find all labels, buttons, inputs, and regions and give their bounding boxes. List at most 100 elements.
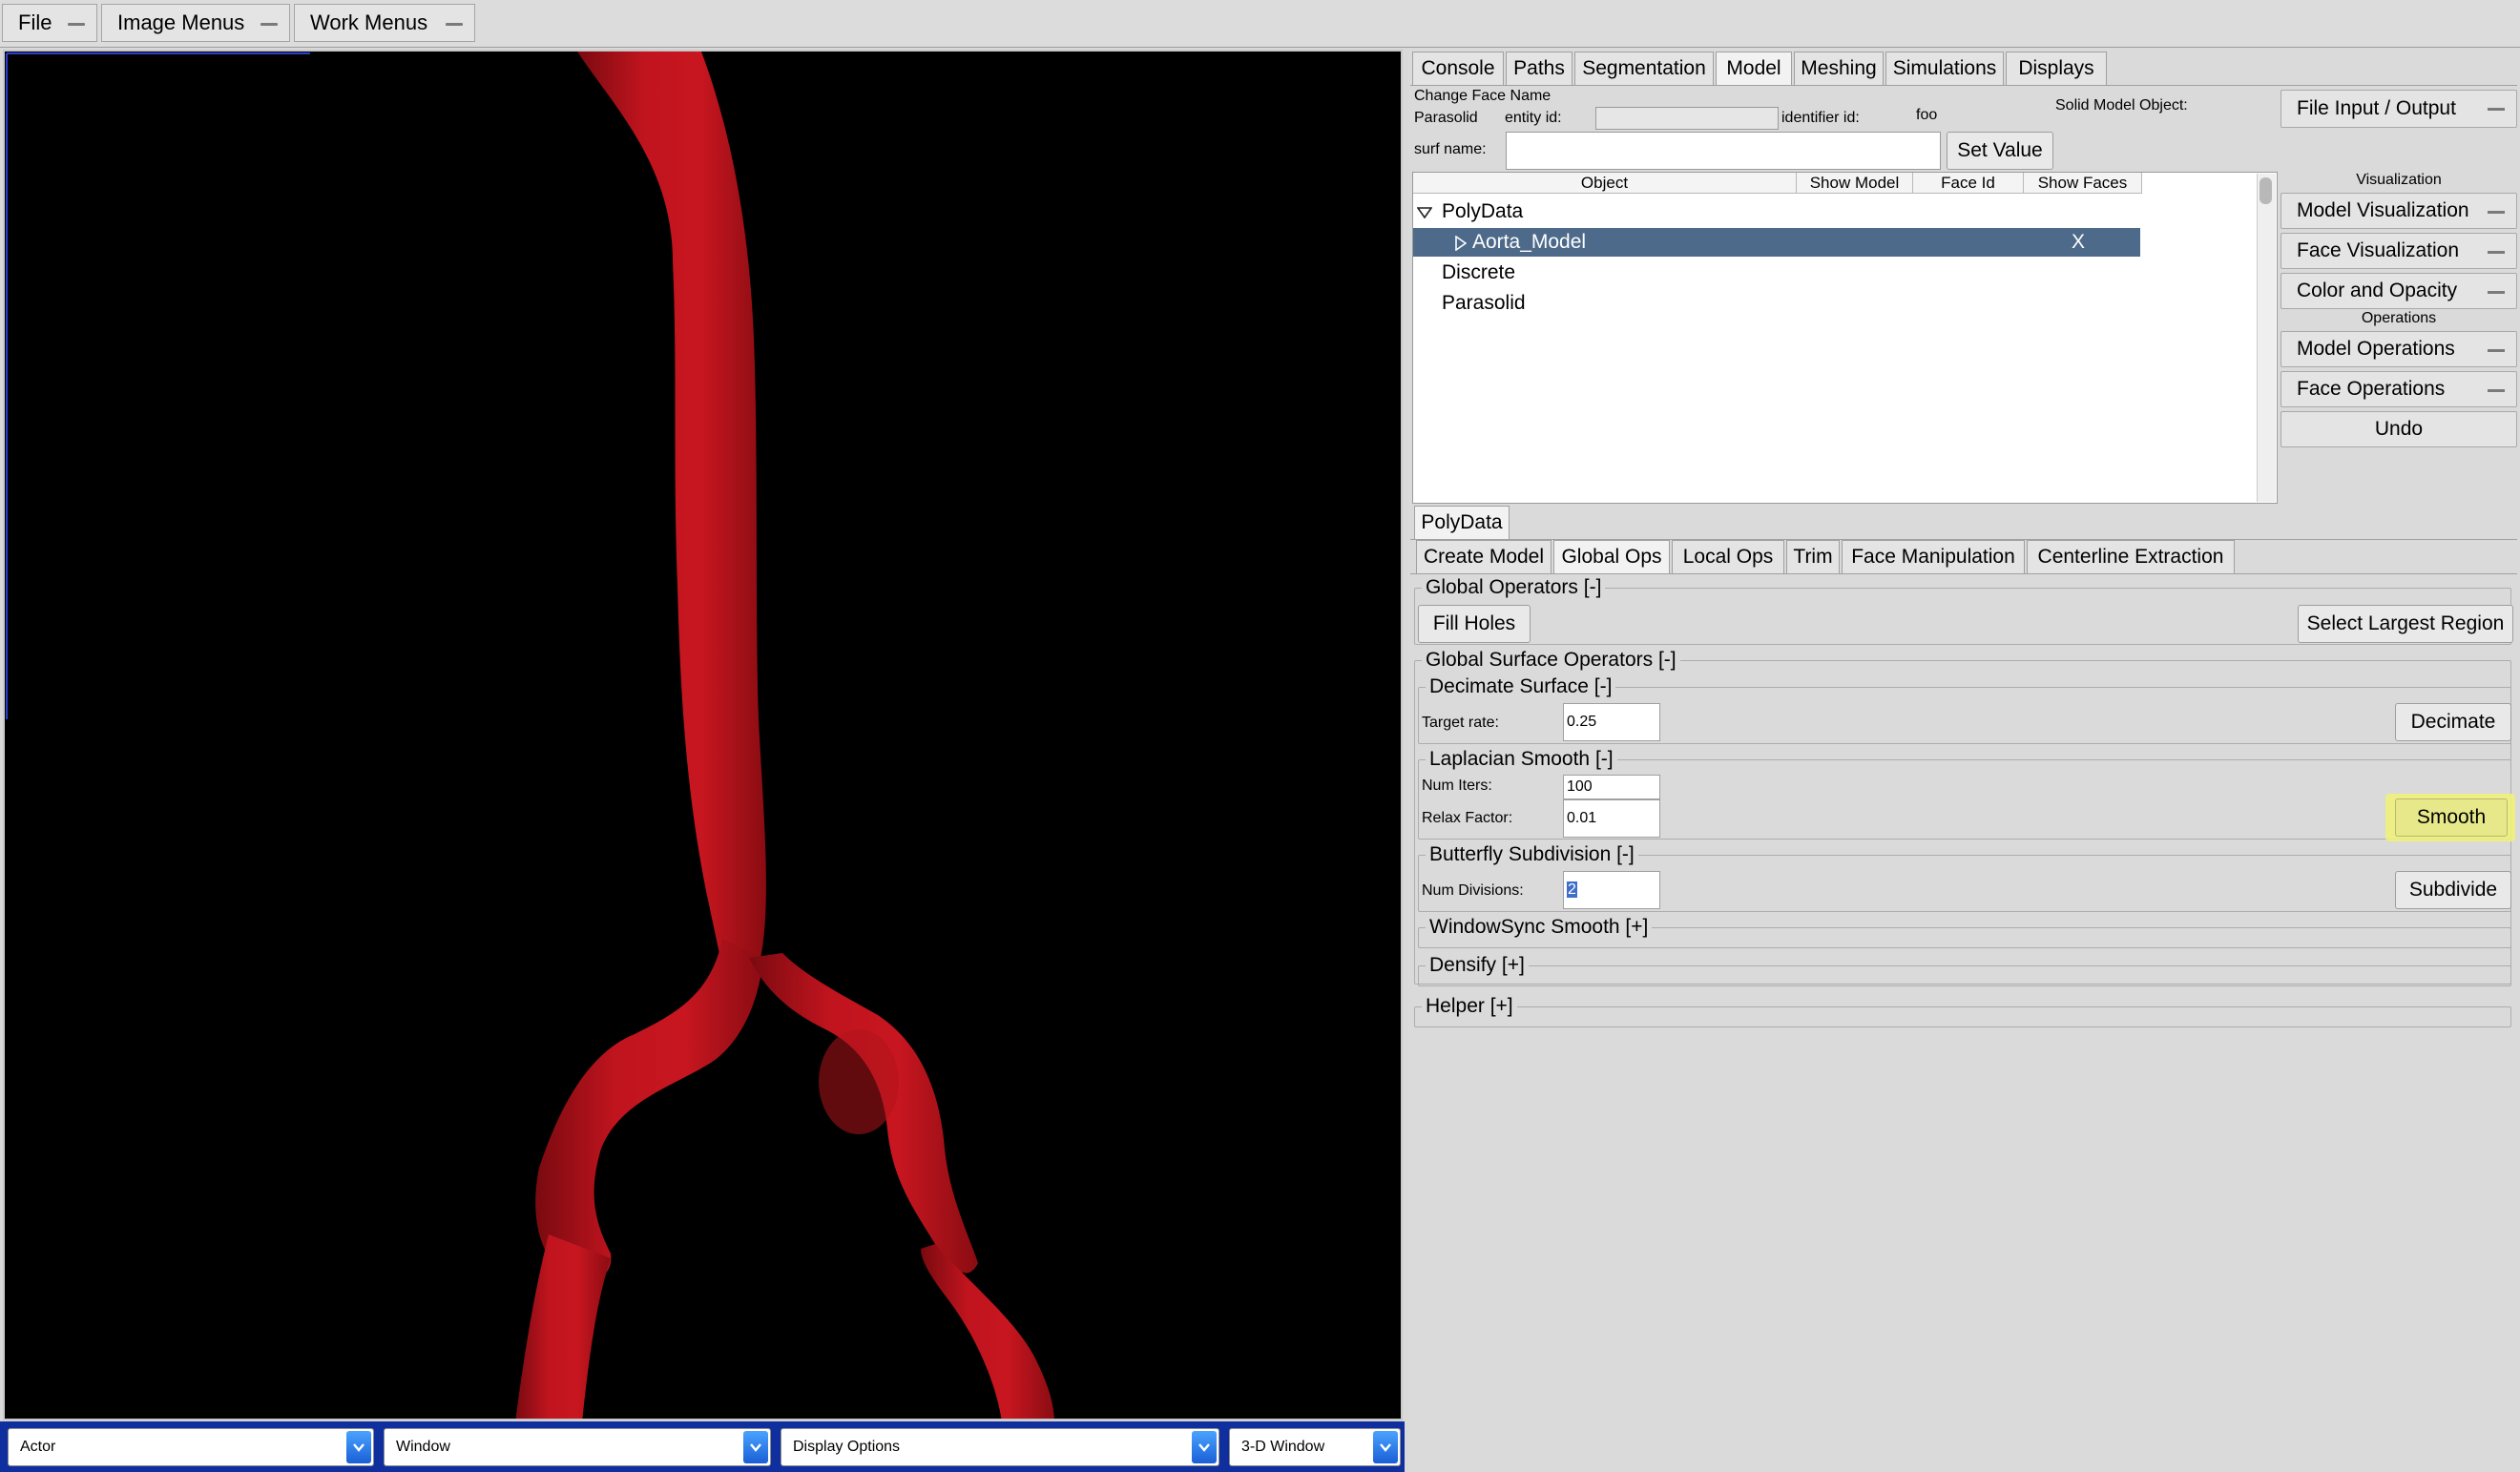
show-faces-mark[interactable]: X [2072,228,2085,257]
identifier-id-value: foo [1916,107,1938,123]
num-divisions-input[interactable]: 2 [1563,871,1660,909]
set-value-button[interactable]: Set Value [1947,132,2053,170]
column-header-face-id[interactable]: Face Id [1913,173,2024,194]
tab-meshing[interactable]: Meshing [1794,52,1884,86]
file-menu[interactable]: File [2,4,97,42]
face-visualization-label: Face Visualization [2297,239,2460,261]
num-iters-label: Num Iters: [1422,777,1492,794]
tree-item-polydata[interactable]: PolyData [1413,197,2142,226]
menu-dropdown-icon [68,23,85,26]
tab-simulations[interactable]: Simulations [1885,52,2004,86]
tab-create-model[interactable]: Create Model [1416,540,1552,574]
relax-factor-input[interactable]: 0.01 [1563,799,1660,838]
actor-select[interactable]: Actor [8,1428,374,1466]
tab-console[interactable]: Console [1412,52,1504,86]
tree-item-aorta-model[interactable]: Aorta_Model X [1413,228,2140,257]
subdivide-button[interactable]: Subdivide [2395,871,2511,909]
file-input-output-label: File Input / Output [2297,97,2456,119]
helper-title[interactable]: Helper [+] [1422,995,1517,1018]
tab-polydata[interactable]: PolyData [1414,506,1510,540]
window-select-label: Window [396,1439,450,1455]
undo-button[interactable]: Undo [2280,411,2517,447]
surf-name-label: surf name: [1414,141,1487,157]
model-operations-label: Model Operations [2297,338,2455,360]
tab-model[interactable]: Model [1716,52,1792,86]
actor-select-label: Actor [20,1439,56,1455]
work-menus-label: Work Menus [310,10,428,34]
densify-group [1418,965,2511,986]
menu-dropdown-icon [2488,211,2505,214]
color-and-opacity-menu[interactable]: Color and Opacity [2280,273,2517,309]
tree-item-discrete[interactable]: Discrete [1442,259,1515,287]
tab-paths[interactable]: Paths [1506,52,1572,86]
menu-dropdown-icon [2488,291,2505,294]
menu-dropdown-icon [2488,108,2505,111]
model-tree: Object Show Model Face Id Show Faces Pol… [1412,172,2278,504]
global-surface-operators-title[interactable]: Global Surface Operators [-] [1422,649,1680,672]
bottom-toolbar: Actor Window Display Options 3-D Window [0,1421,1405,1472]
model-visualization-menu[interactable]: Model Visualization [2280,193,2517,229]
column-header-show-faces[interactable]: Show Faces [2024,173,2142,194]
chevron-down-icon [1192,1431,1217,1463]
decimate-button[interactable]: Decimate [2395,703,2511,741]
expand-triangle-icon[interactable] [1417,207,1432,218]
view-mode-select[interactable]: 3-D Window [1229,1428,1401,1466]
decimate-surface-title[interactable]: Decimate Surface [-] [1426,675,1616,698]
display-options-select[interactable]: Display Options [781,1428,1219,1466]
menubar: File Image Menus Work Menus [0,0,2520,48]
collapsed-triangle-icon[interactable] [1455,236,1467,251]
global-operators-title[interactable]: Global Operators [-] [1422,576,1606,599]
tab-divider [1410,85,2517,86]
menu-dropdown-icon [2488,251,2505,254]
target-rate-input[interactable]: 0.25 [1563,703,1660,741]
tab-face-manipulation[interactable]: Face Manipulation [1842,540,2025,574]
tab-displays[interactable]: Displays [2006,52,2107,86]
num-divisions-label: Num Divisions: [1422,882,1524,899]
surf-name-input[interactable] [1506,132,1941,170]
column-header-show-model[interactable]: Show Model [1797,173,1913,194]
tree-scrollbar[interactable] [2257,174,2276,502]
tab-local-ops[interactable]: Local Ops [1672,540,1784,574]
tab-global-ops[interactable]: Global Ops [1553,540,1670,574]
tree-item-parasolid[interactable]: Parasolid [1442,289,1526,318]
relax-factor-label: Relax Factor: [1422,810,1513,826]
work-menus-menu[interactable]: Work Menus [294,4,475,42]
image-menus-menu[interactable]: Image Menus [101,4,290,42]
chevron-down-icon [743,1431,768,1463]
tab-centerline-extraction[interactable]: Centerline Extraction [2027,540,2235,574]
model-operations-menu[interactable]: Model Operations [2280,331,2517,367]
tab-divider [1410,573,2517,574]
color-and-opacity-label: Color and Opacity [2297,280,2458,301]
chevron-down-icon [346,1431,371,1463]
fill-holes-button[interactable]: Fill Holes [1418,605,1531,643]
chevron-down-icon [1373,1431,1398,1463]
tree-scrollbar-thumb[interactable] [2260,177,2272,204]
menu-dropdown-icon [2488,349,2505,352]
3d-viewport[interactable] [3,50,1403,1420]
helper-group [1414,1006,2511,1027]
window-select[interactable]: Window [384,1428,771,1466]
laplacian-smooth-title[interactable]: Laplacian Smooth [-] [1426,748,1617,771]
file-input-output-menu[interactable]: File Input / Output [2280,90,2517,128]
num-iters-input[interactable]: 100 [1563,775,1660,799]
butterfly-subdivision-title[interactable]: Butterfly Subdivision [-] [1426,843,1638,866]
windowsync-smooth-title[interactable]: WindowSync Smooth [+] [1426,916,1653,939]
target-rate-label: Target rate: [1422,715,1499,731]
tree-item-label: PolyData [1442,200,1524,222]
solid-model-object-label: Solid Model Object: [2055,97,2188,114]
densify-title[interactable]: Densify [+] [1426,954,1529,977]
tab-segmentation[interactable]: Segmentation [1574,52,1714,86]
iliac-left-branch [535,939,763,1283]
column-header-object[interactable]: Object [1413,173,1797,194]
entity-id-field[interactable] [1595,107,1779,130]
change-face-name-title: Change Face Name [1414,88,1552,104]
image-menus-label: Image Menus [117,10,245,34]
face-operations-menu[interactable]: Face Operations [2280,371,2517,407]
iliac-left-distal [515,1234,611,1419]
tab-trim[interactable]: Trim [1786,540,1840,574]
select-largest-region-button[interactable]: Select Largest Region [2298,605,2513,643]
file-menu-label: File [18,10,52,34]
face-visualization-menu[interactable]: Face Visualization [2280,233,2517,269]
smooth-button[interactable]: Smooth [2395,798,2508,837]
iliac-right-distal [921,1244,1054,1419]
